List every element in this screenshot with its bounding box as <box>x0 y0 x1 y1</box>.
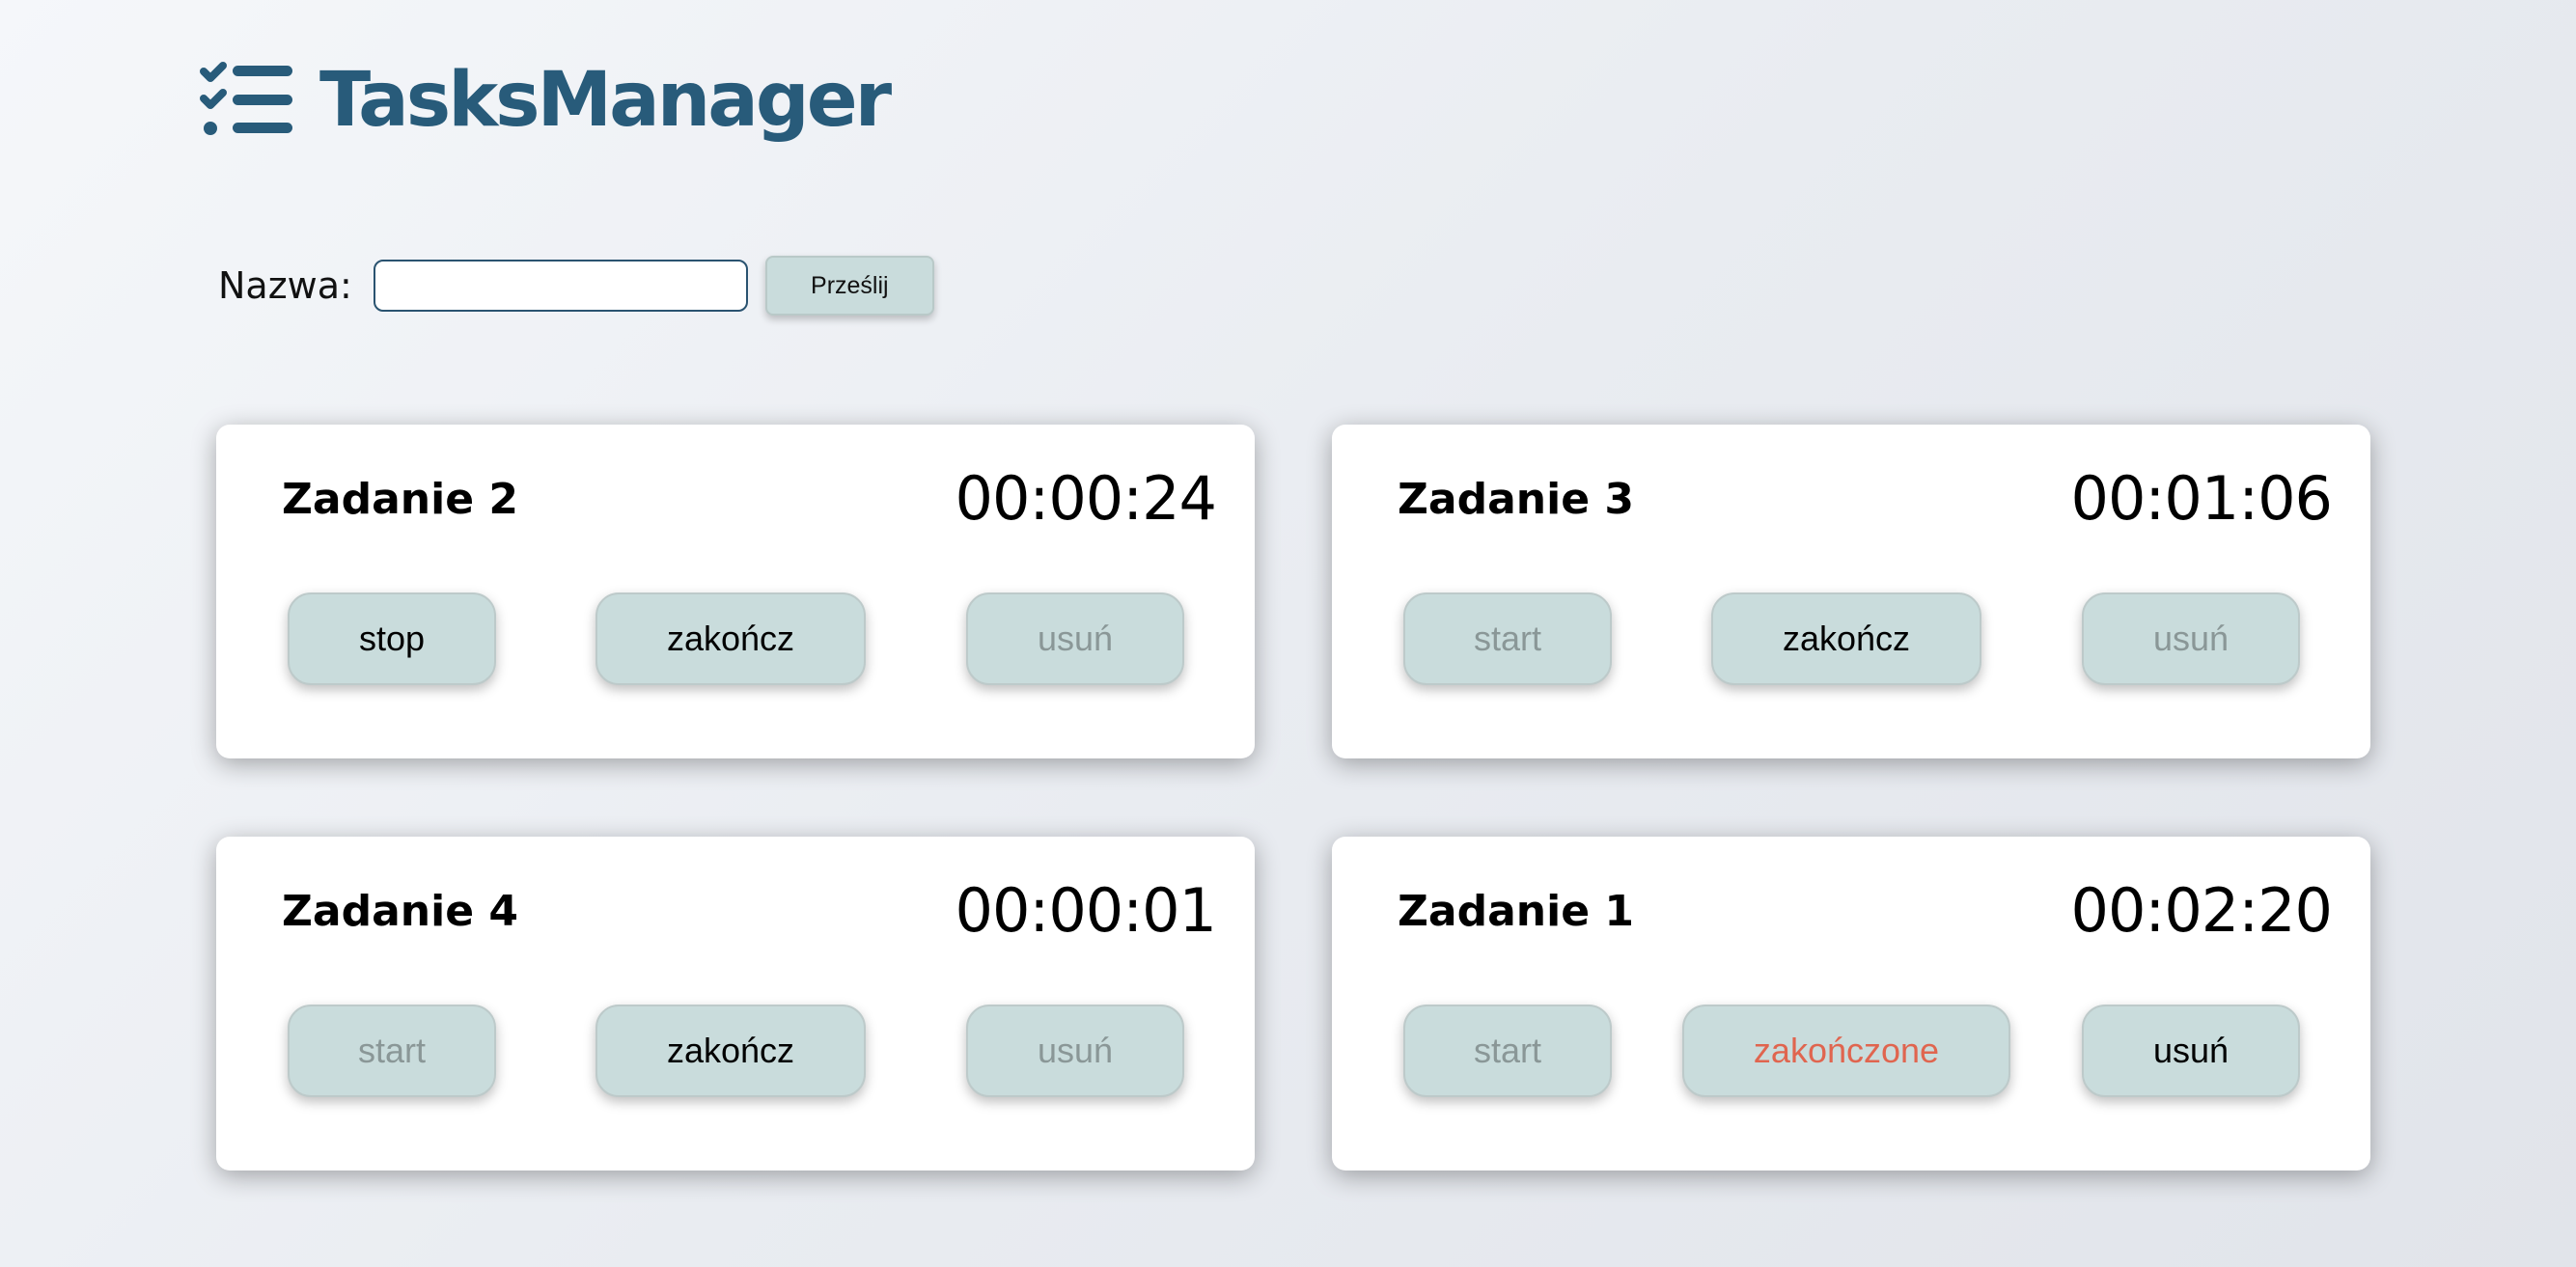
start-button[interactable]: start <box>288 1005 496 1097</box>
submit-button[interactable]: Prześlij <box>764 256 934 316</box>
task-card: Zadanie 4 00:00:01 start zakończ usuń <box>216 837 1255 1171</box>
task-timer: 00:01:06 <box>2070 463 2333 534</box>
task-timer: 00:02:20 <box>2070 875 2333 946</box>
finished-status-button[interactable]: zakończone <box>1682 1005 2010 1097</box>
delete-button[interactable]: usuń <box>2082 592 2300 685</box>
start-button[interactable]: start <box>1403 592 1612 685</box>
task-form: Nazwa: Prześlij <box>218 255 934 317</box>
finish-button[interactable]: zakończ <box>596 592 866 685</box>
task-name: Zadanie 4 <box>282 887 518 936</box>
finish-button[interactable]: zakończ <box>596 1005 866 1097</box>
task-card: Zadanie 2 00:00:24 stop zakończ usuń <box>216 425 1255 758</box>
task-name: Zadanie 2 <box>282 475 518 524</box>
stop-button[interactable]: stop <box>288 592 496 685</box>
delete-button[interactable]: usuń <box>966 1005 1184 1097</box>
name-label: Nazwa: <box>218 264 352 307</box>
task-name: Zadanie 3 <box>1398 475 1634 524</box>
app-title: TasksManager <box>319 57 892 144</box>
app-logo: TasksManager <box>200 57 892 144</box>
task-timer: 00:00:24 <box>955 463 1217 534</box>
finish-button[interactable]: zakończ <box>1711 592 1981 685</box>
task-timer: 00:00:01 <box>955 875 1217 946</box>
delete-button[interactable]: usuń <box>2082 1005 2300 1097</box>
task-name-input[interactable] <box>373 260 748 312</box>
task-name: Zadanie 1 <box>1398 887 1634 936</box>
delete-button[interactable]: usuń <box>966 592 1184 685</box>
checklist-icon <box>200 62 292 135</box>
task-card: Zadanie 1 00:02:20 start zakończone usuń <box>1332 837 2370 1171</box>
task-card: Zadanie 3 00:01:06 start zakończ usuń <box>1332 425 2370 758</box>
start-button[interactable]: start <box>1403 1005 1612 1097</box>
